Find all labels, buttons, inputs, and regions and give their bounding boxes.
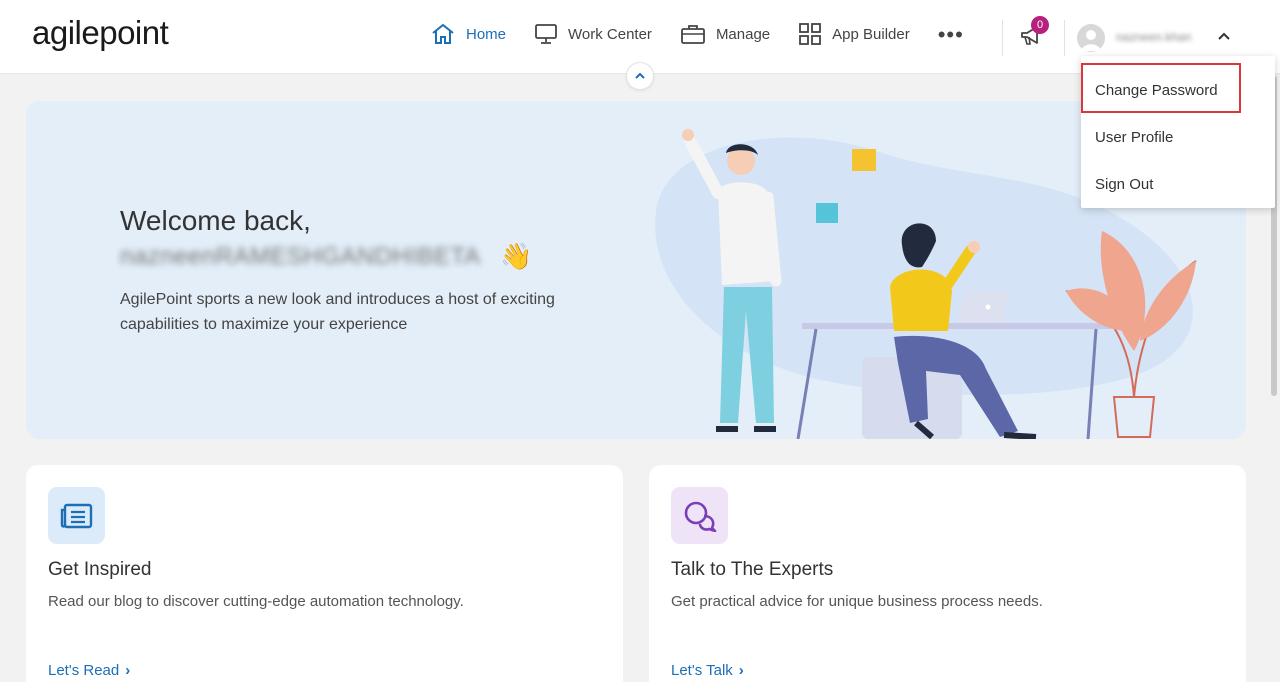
card-title: Talk to The Experts xyxy=(671,559,834,580)
chevron-up-icon xyxy=(635,72,645,79)
nav-manage-label: Manage xyxy=(715,25,771,43)
card-description: Read our blog to discover cutting-edge a… xyxy=(48,593,464,610)
user-full-name: nazneenRAMESHGANDHIBETA xyxy=(120,243,481,270)
divider xyxy=(1064,20,1065,56)
link-label: Let's Talk xyxy=(671,662,733,679)
notification-badge: 0 xyxy=(1031,16,1049,34)
sign-out-menu-item[interactable]: Sign Out xyxy=(1095,176,1153,193)
card-description: Get practical advice for unique business… xyxy=(671,593,1043,610)
chevron-right-icon: › xyxy=(125,662,131,679)
divider xyxy=(1002,20,1003,56)
nav-manage[interactable]: Manage xyxy=(680,23,770,45)
card-get-inspired: Get Inspired Read our blog to discover c… xyxy=(26,465,623,682)
grid-icon xyxy=(799,23,822,45)
lets-read-link[interactable]: Let's Read › xyxy=(48,662,130,679)
avatar[interactable] xyxy=(1077,24,1105,52)
card-title: Get Inspired xyxy=(48,559,152,580)
change-password-menu-item[interactable]: Change Password xyxy=(1095,82,1218,99)
icon-box xyxy=(671,487,728,544)
welcome-banner: Welcome back, nazneenRAMESHGANDHIBETA 👋 … xyxy=(26,101,1246,439)
chat-bubbles-icon xyxy=(684,501,716,532)
home-icon xyxy=(432,23,454,44)
lets-talk-link[interactable]: Let's Talk › xyxy=(671,662,744,679)
newspaper-icon xyxy=(60,503,92,528)
monitor-icon xyxy=(535,24,557,44)
user-name[interactable]: nazneen.khan xyxy=(1116,30,1191,44)
card-talk-to-experts: Talk to The Experts Get practical advice… xyxy=(649,465,1246,682)
user-icon xyxy=(1081,30,1101,51)
more-menu-icon[interactable]: ••• xyxy=(938,23,964,45)
user-profile-menu-item[interactable]: User Profile xyxy=(1095,129,1173,146)
chevron-up-icon[interactable] xyxy=(1217,30,1231,42)
nav-work-center-label: Work Center xyxy=(568,25,652,43)
nav-work-center[interactable]: Work Center xyxy=(534,23,652,45)
chevron-right-icon: › xyxy=(738,662,744,679)
collapse-header-button[interactable] xyxy=(626,62,654,90)
nav-app-builder-label: App Builder xyxy=(832,25,910,43)
nav-app-builder[interactable]: App Builder xyxy=(798,23,910,45)
user-menu-dropdown: Change Password User Profile Sign Out xyxy=(1081,56,1275,208)
intro-text: AgilePoint sports a new look and introdu… xyxy=(120,291,555,333)
icon-box xyxy=(48,487,105,544)
nav-home[interactable]: Home xyxy=(430,22,506,46)
link-label: Let's Read xyxy=(48,662,120,679)
main-nav: Home Work Center Manage App Builder ••• xyxy=(430,22,964,46)
waving-hand-icon: 👋 xyxy=(500,241,533,271)
agilepoint-logo[interactable]: agilepoint xyxy=(32,14,169,52)
nav-home-label: Home xyxy=(466,25,507,43)
welcome-heading: Welcome back, xyxy=(120,205,311,236)
briefcase-icon xyxy=(681,25,705,44)
